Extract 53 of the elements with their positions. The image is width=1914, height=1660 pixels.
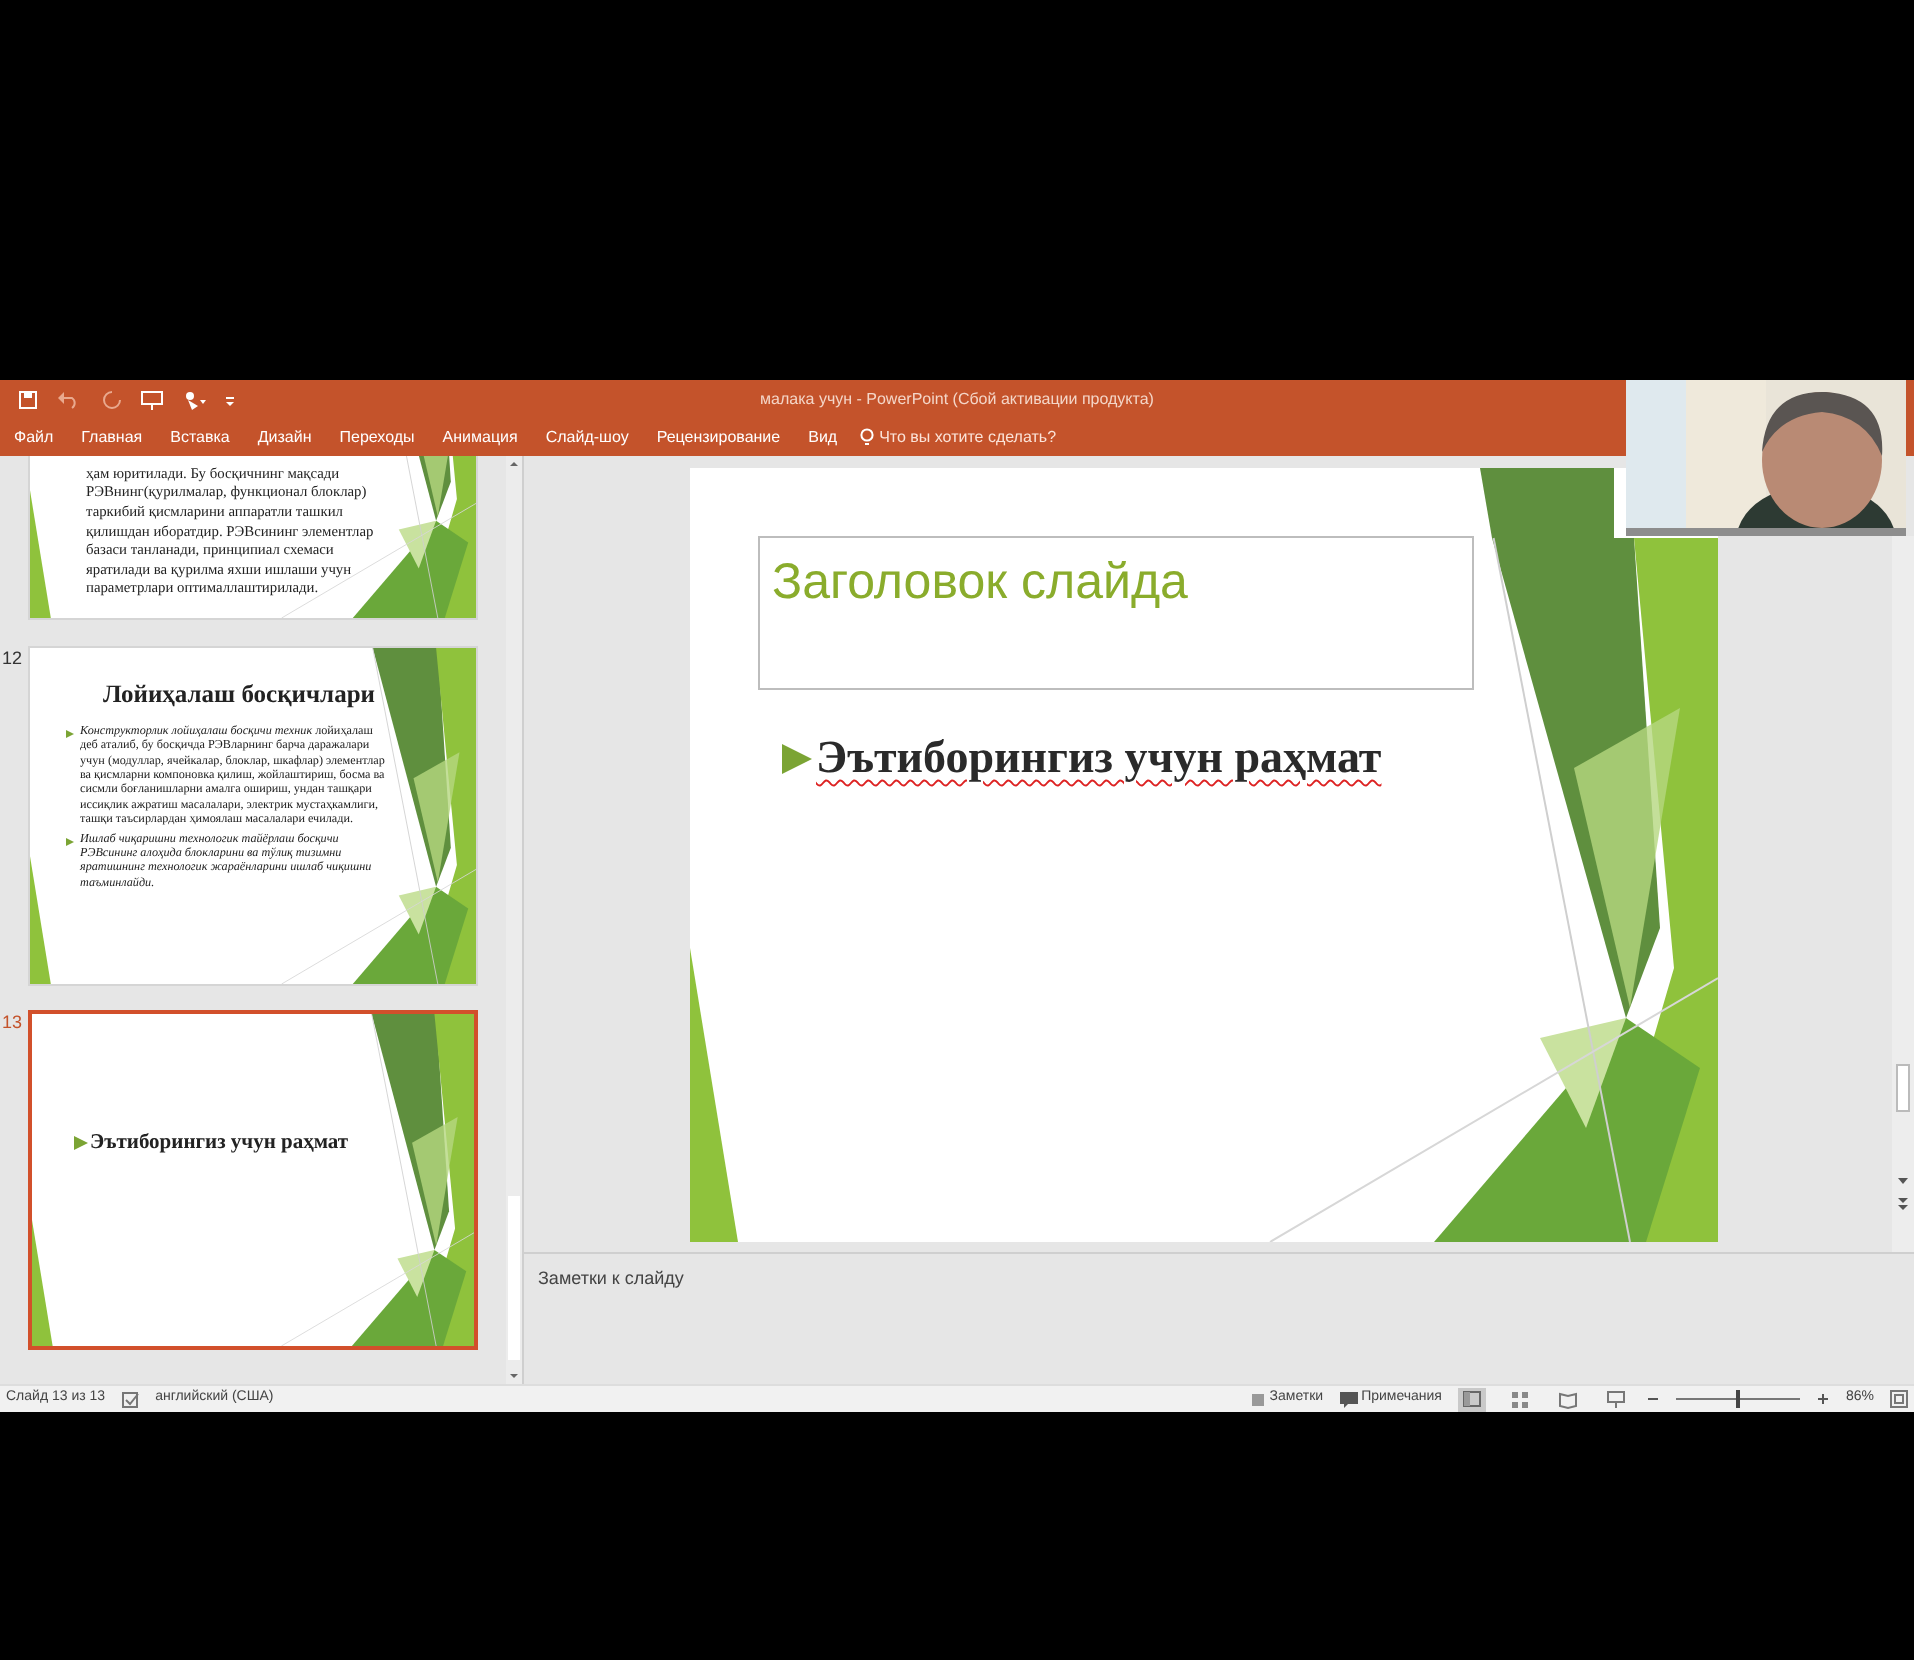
save-icon[interactable]	[18, 390, 38, 410]
ribbon-tab[interactable]: Вставка	[156, 420, 244, 456]
bullet-icon	[74, 1136, 88, 1151]
scrollbar-thumb[interactable]	[508, 1196, 520, 1360]
bullet-icon	[66, 729, 74, 738]
scrollbar[interactable]	[506, 456, 522, 1384]
bullet-icon	[66, 837, 74, 846]
next-slide-icon[interactable]	[1894, 1195, 1912, 1212]
ribbon-tab[interactable]: Анимация	[428, 420, 532, 456]
slide-number: 12	[2, 648, 23, 668]
comment-icon	[1339, 1391, 1358, 1407]
left-stripe-drawing	[30, 490, 51, 618]
view-button[interactable]	[1601, 1387, 1630, 1411]
view-button[interactable]	[1457, 1387, 1486, 1411]
normal-view-icon	[1461, 1389, 1482, 1409]
ribbon-tab[interactable]: Главная	[67, 420, 157, 456]
fit-icon[interactable]	[1890, 1390, 1908, 1408]
minus-icon[interactable]	[1645, 1392, 1660, 1406]
slider-thumb[interactable]	[1735, 1390, 1740, 1408]
presentation-icon[interactable]	[140, 390, 164, 410]
grid-view-icon	[1509, 1389, 1530, 1409]
book-icon	[1557, 1389, 1578, 1409]
notes-placeholder[interactable]: Заметки к слайду	[538, 1268, 684, 1288]
ribbon-tab[interactable]: Дизайн	[243, 420, 326, 456]
scrollbar[interactable]	[1892, 536, 1914, 1252]
left-stripe-drawing	[30, 856, 51, 984]
slide-canvas[interactable]: Заголовок слайда Эътиборингиз учун раҳмат	[690, 468, 1718, 1242]
ribbon-tab[interactable]: Вид	[794, 420, 852, 456]
slide-number: 13	[2, 1012, 23, 1032]
title-placeholder[interactable]: Заголовок слайда	[758, 536, 1474, 690]
presentation-icon	[1605, 1389, 1626, 1409]
slide-text[interactable]: Эътиборингиз учун раҳмат	[816, 724, 1382, 793]
redo-icon[interactable]	[102, 390, 122, 410]
window-title: малака учун - PowerPoint (Сбой активации продукта)	[760, 388, 1154, 412]
ribbon-tab[interactable]: Файл	[0, 420, 68, 456]
notes-icon	[1249, 1391, 1266, 1407]
stripe-top-drawing	[1480, 468, 1614, 538]
slide-thumbnail[interactable]	[28, 646, 478, 986]
ribbon-tab[interactable]: Переходы	[325, 420, 429, 456]
slide-title: Лойиҳалаш босқичлари	[101, 678, 377, 712]
tell-me-field[interactable]: Что вы хотите сделать?	[859, 426, 1057, 450]
bullet-icon	[782, 743, 812, 774]
touch-icon[interactable]	[182, 390, 206, 410]
scrollbar-thumb[interactable]	[1896, 1064, 1910, 1112]
spellcheck-icon[interactable]	[121, 1391, 140, 1407]
view-button[interactable]	[1553, 1387, 1582, 1411]
lightbulb-icon	[859, 428, 874, 448]
plus-icon[interactable]	[1815, 1392, 1830, 1406]
ribbon-tab[interactable]: Рецензирование	[642, 420, 795, 456]
ribbon-tab[interactable]: Слайд-шоу	[531, 420, 643, 456]
left-stripe-drawing	[32, 1219, 53, 1346]
slide-thumbnail[interactable]: Эътиборингиз учун раҳмат	[28, 1010, 478, 1350]
slide-text: Эътиборингиз учун раҳмат	[90, 1130, 349, 1158]
